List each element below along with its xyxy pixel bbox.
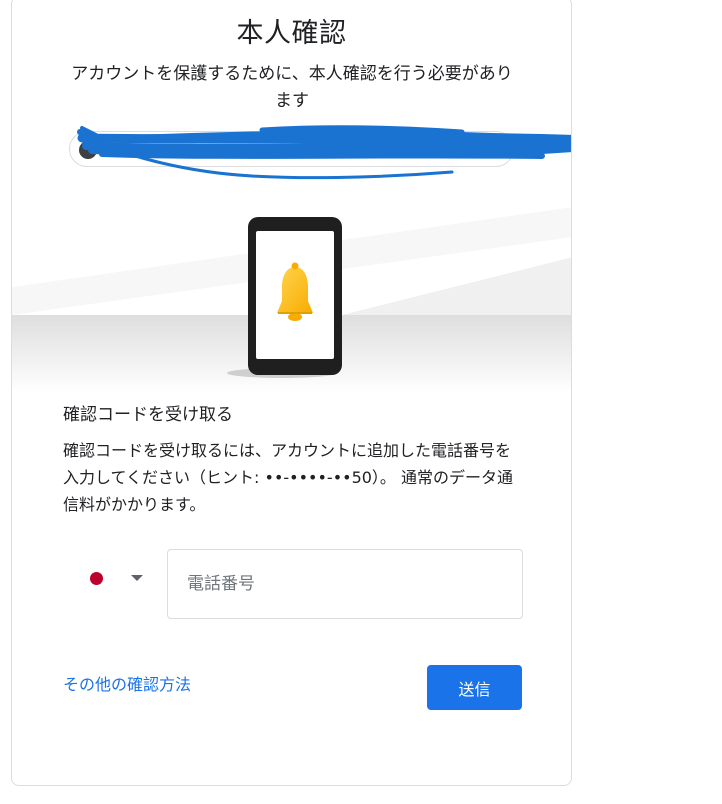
page-title: 本人確認 xyxy=(236,18,347,49)
phone-number-input[interactable] xyxy=(167,549,523,619)
other-verification-methods-link[interactable]: その他の確認方法 xyxy=(63,671,191,695)
redaction-scribble xyxy=(77,125,571,180)
country-code-select[interactable] xyxy=(78,553,158,605)
japan-flag-icon xyxy=(90,572,103,585)
send-button[interactable]: 送信 xyxy=(427,665,522,710)
page-subtitle: アカウントを保護するために、本人確認を行う必要があります xyxy=(71,64,513,111)
caret-down-icon xyxy=(131,575,143,581)
verification-card: 本人確認 アカウントを保護するために、本人確認を行う必要があります ▾ 確認コー… xyxy=(11,0,572,786)
verification-heading: 確認コードを受け取る xyxy=(63,405,233,425)
verification-description: 確認コードを受け取るには、アカウントに追加した電話番号を入力してください（ヒント… xyxy=(63,441,514,514)
phone-illustration xyxy=(12,207,571,393)
